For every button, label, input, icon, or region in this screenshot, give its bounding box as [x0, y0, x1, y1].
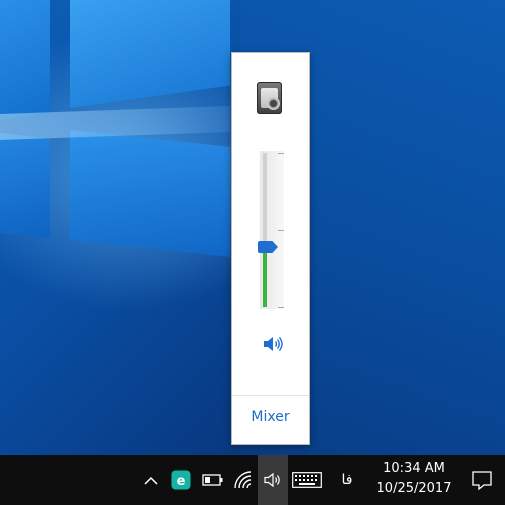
battery-icon	[202, 474, 223, 486]
wallpaper-pane	[70, 0, 230, 109]
show-hidden-icons-button[interactable]	[140, 455, 162, 505]
taskbar-clock[interactable]: 10:34 AM 10/25/2017	[370, 459, 458, 499]
action-center-button[interactable]	[467, 455, 497, 505]
slider-tick	[278, 153, 284, 154]
clock-date: 10/25/2017	[376, 481, 452, 496]
wallpaper-pane	[0, 133, 50, 239]
slider-tick	[278, 307, 284, 308]
volume-tray-button[interactable]	[258, 455, 288, 505]
taskbar: e فا 10:34 AM 10/25/2017	[0, 455, 505, 505]
network-button[interactable]	[231, 455, 255, 505]
clock-time: 10:34 AM	[383, 461, 445, 476]
eset-icon: e	[171, 470, 191, 490]
input-language-button[interactable]: فا	[336, 455, 358, 505]
volume-icon	[264, 472, 280, 488]
speaker-volume-icon[interactable]	[262, 335, 284, 353]
wifi-icon	[234, 471, 252, 489]
svg-text:e: e	[177, 474, 186, 489]
keyboard-icon	[292, 472, 322, 488]
volume-slider[interactable]	[258, 151, 284, 309]
speaker-device-icon[interactable]	[257, 82, 282, 114]
slider-fill	[263, 247, 267, 307]
eset-tray-button[interactable]: e	[170, 455, 192, 505]
wallpaper-pane	[0, 0, 50, 120]
chevron-up-icon	[144, 476, 158, 485]
mixer-link[interactable]: Mixer	[232, 409, 309, 425]
volume-flyout: Mixer	[231, 52, 310, 445]
battery-button[interactable]	[201, 455, 225, 505]
action-center-icon	[472, 470, 492, 490]
touch-keyboard-button[interactable]	[290, 455, 324, 505]
mixer-divider	[232, 395, 309, 396]
wallpaper-pane	[70, 130, 230, 257]
slider-tick	[278, 230, 284, 231]
